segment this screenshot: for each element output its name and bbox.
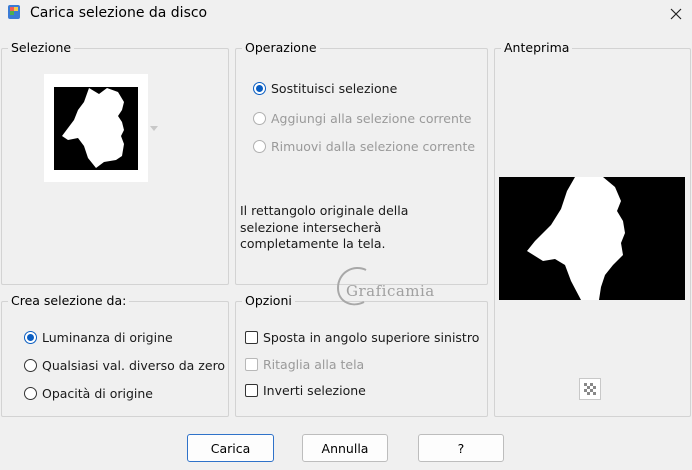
checkerboard-icon [584, 383, 596, 395]
checkbox-indicator[interactable] [245, 384, 258, 397]
radio-label: Sostituisci selezione [271, 81, 398, 96]
create-selection-group: Crea selezione da: Luminanza di origine … [1, 293, 229, 417]
cancel-button[interactable]: Annulla [302, 434, 388, 462]
radio-source-luminance[interactable]: Luminanza di origine [24, 330, 173, 345]
radio-label: Luminanza di origine [42, 330, 173, 345]
close-button[interactable] [664, 3, 688, 25]
selection-thumbnail-image [54, 87, 138, 170]
radio-add-to-selection: Aggiungi alla selezione corrente [253, 111, 472, 126]
options-group-label: Opzioni [242, 293, 295, 308]
radio-label: Qualsiasi val. diverso da zero [42, 358, 226, 373]
operation-info-text: Il rettangolo originale della selezione … [240, 203, 409, 251]
app-icon [8, 5, 20, 19]
preview-group-label: Anteprima [501, 40, 573, 55]
checkbox-label: Inverti selezione [263, 383, 366, 398]
radio-indicator [253, 112, 266, 125]
create-selection-group-label: Crea selezione da: [8, 293, 130, 308]
checkbox-move-top-left[interactable]: Sposta in angolo superiore sinistro [245, 330, 479, 345]
checkbox-indicator [245, 358, 258, 371]
preview-canvas [499, 177, 685, 300]
options-group: Opzioni Sposta in angolo superiore sinis… [235, 293, 488, 417]
checkbox-invert-selection[interactable]: Inverti selezione [245, 383, 366, 398]
radio-remove-from-selection: Rimuovi dalla selezione corrente [253, 139, 475, 154]
selection-group: Selezione [1, 40, 229, 285]
radio-label: Aggiungi alla selezione corrente [271, 111, 472, 126]
checkbox-indicator[interactable] [245, 331, 258, 344]
radio-label: Rimuovi dalla selezione corrente [271, 139, 476, 154]
radio-indicator[interactable] [24, 331, 37, 344]
preview-image [527, 177, 625, 300]
radio-indicator[interactable] [253, 82, 266, 95]
help-button[interactable]: ? [418, 434, 504, 462]
load-button[interactable]: Carica [187, 434, 274, 462]
radio-indicator[interactable] [24, 387, 37, 400]
operation-group-label: Operazione [242, 40, 320, 55]
title-bar: Carica selezione da disco [0, 0, 692, 28]
radio-indicator [253, 140, 266, 153]
preview-group: Anteprima [494, 40, 691, 417]
radio-label: Opacità di origine [42, 386, 153, 401]
checkbox-label: Sposta in angolo superiore sinistro [263, 330, 480, 345]
selection-group-label: Selezione [8, 40, 75, 55]
checkbox-crop-to-canvas: Ritaglia alla tela [245, 357, 364, 372]
transparency-toggle-button[interactable] [579, 378, 601, 400]
radio-replace-selection[interactable]: Sostituisci selezione [253, 81, 397, 96]
radio-indicator[interactable] [24, 359, 37, 372]
operation-group: Operazione Sostituisci selezione Aggiung… [235, 40, 488, 285]
radio-any-nonzero[interactable]: Qualsiasi val. diverso da zero [24, 358, 225, 373]
radio-source-opacity[interactable]: Opacità di origine [24, 386, 153, 401]
window-title: Carica selezione da disco [30, 5, 208, 21]
checkbox-label: Ritaglia alla tela [263, 357, 365, 372]
chevron-down-icon[interactable] [150, 126, 158, 132]
close-icon [670, 8, 682, 20]
selection-thumbnail[interactable] [44, 74, 148, 182]
